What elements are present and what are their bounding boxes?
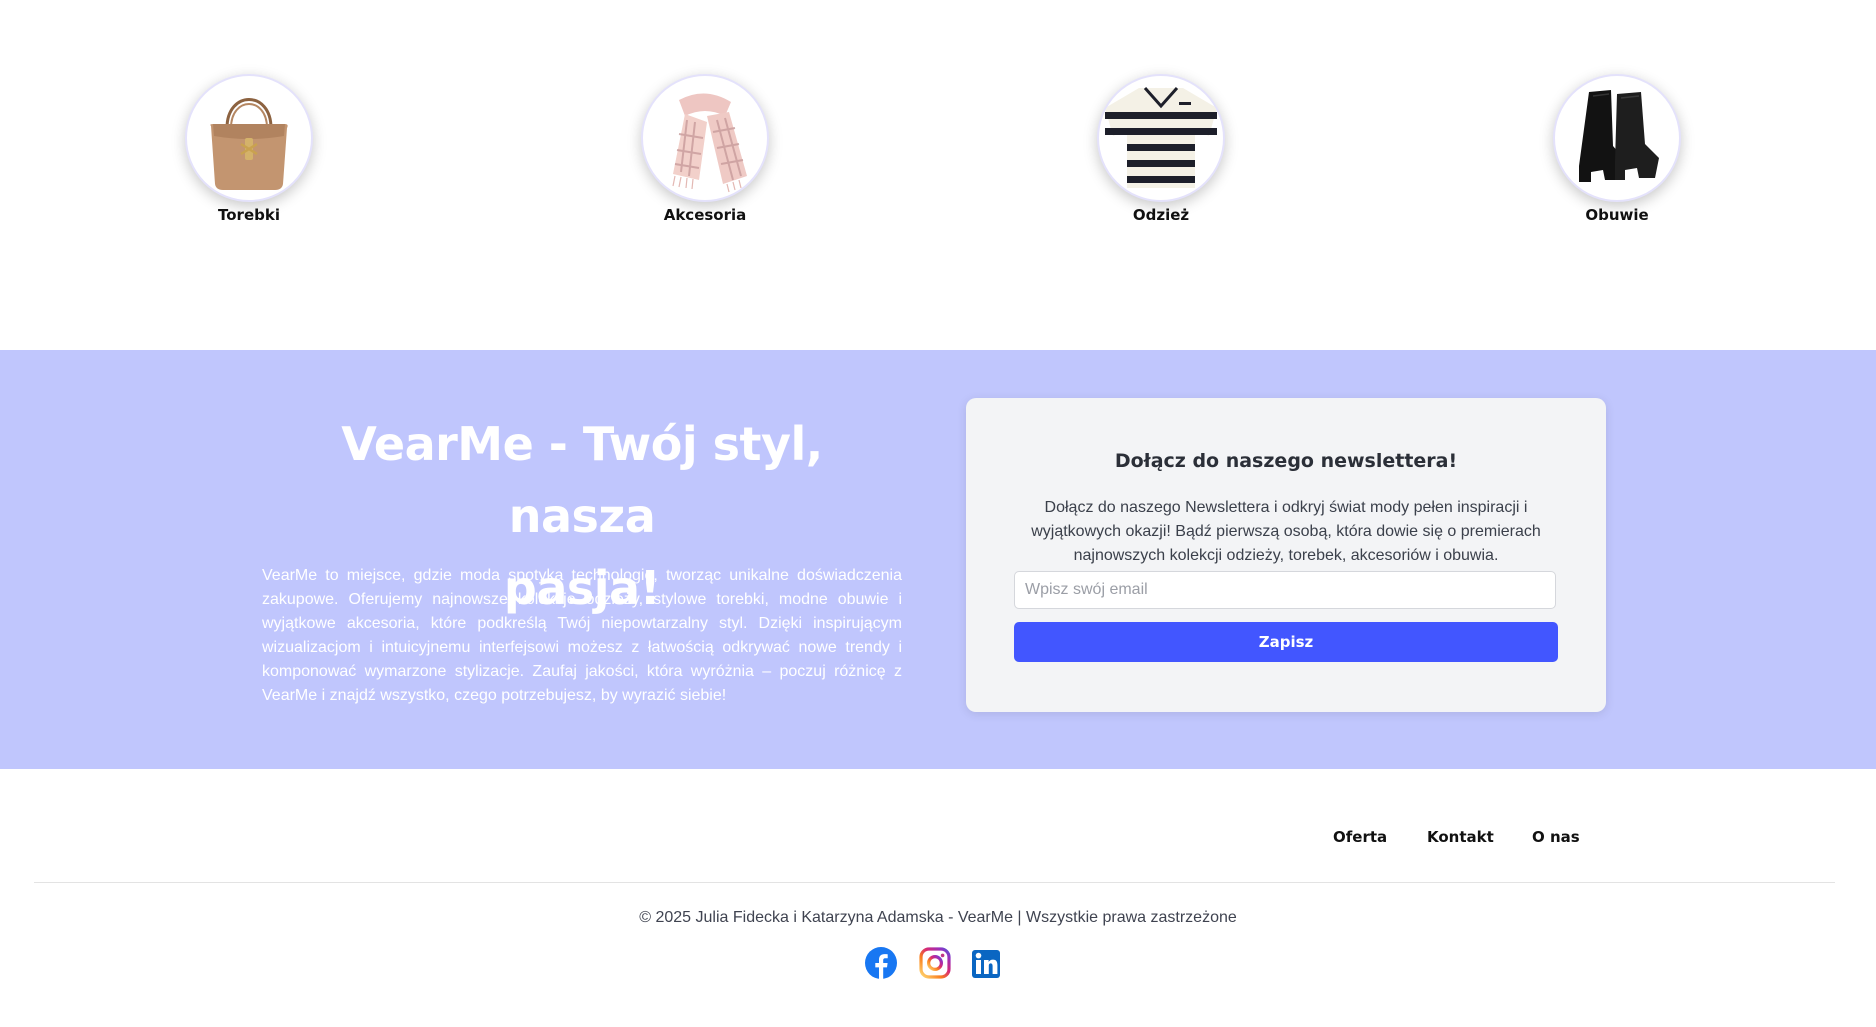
newsletter-card: Dołącz do naszego newslettera! Dołącz do… [966, 398, 1606, 712]
handbag-icon [210, 98, 288, 190]
linkedin-icon[interactable] [970, 946, 1004, 980]
instagram-icon[interactable] [918, 946, 952, 980]
newsletter-title: Dołącz do naszego newslettera! [1114, 450, 1458, 472]
boots-icon [1579, 90, 1659, 182]
footer-nav: Oferta Kontakt O nas [0, 828, 1876, 850]
footer-link-kontakt[interactable]: Kontakt [1427, 828, 1494, 846]
category-akcesoria[interactable]: Akcesoria [625, 74, 785, 224]
category-image-akcesoria[interactable] [641, 74, 769, 202]
hero-description: VearMe to miejsce, gdzie moda spotyka te… [262, 567, 902, 704]
category-section: Torebki Akcesoria Odzież Obuwie [0, 0, 1876, 350]
social-links [864, 946, 1014, 982]
footer-link-o-nas[interactable]: O nas [1532, 828, 1580, 846]
hero-title-line-1: VearMe - Twój styl, nasza [341, 417, 823, 543]
category-label: Odzież [1132, 206, 1190, 224]
copyright-text: © 2025 Julia Fidecka i Katarzyna Adamska… [639, 909, 1237, 926]
category-image-torebki[interactable] [185, 74, 313, 202]
hero-section: VearMe - Twój styl, nasza pasja! VearMe … [0, 350, 1876, 769]
category-torebki[interactable]: Torebki [169, 74, 329, 224]
category-label: Obuwie [1585, 206, 1649, 224]
footer-divider [34, 882, 1835, 883]
newsletter-description: Dołącz do naszego Newslettera i odkryj ś… [1031, 499, 1541, 564]
email-input[interactable] [1014, 571, 1556, 609]
category-image-odziez[interactable] [1097, 74, 1225, 202]
category-odziez[interactable]: Odzież [1081, 74, 1241, 224]
striped-polo-icon [1105, 87, 1217, 188]
category-obuwie[interactable]: Obuwie [1537, 74, 1697, 224]
facebook-icon[interactable] [864, 946, 898, 980]
category-label: Torebki [218, 206, 280, 224]
category-image-obuwie[interactable] [1553, 74, 1681, 202]
subscribe-button[interactable]: Zapisz [1014, 622, 1558, 662]
scarf-icon [672, 93, 747, 193]
footer-link-oferta[interactable]: Oferta [1333, 828, 1387, 846]
category-label: Akcesoria [663, 206, 747, 224]
